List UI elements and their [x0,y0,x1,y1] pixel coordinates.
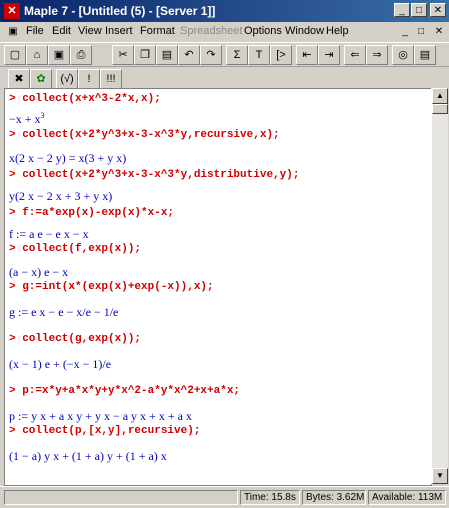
status-bytes: Bytes: 3.62M [302,490,366,505]
menu-window[interactable]: Window [285,25,324,37]
leaf-icon[interactable]: ✿ [30,69,52,89]
menu-bar: ▣ File Edit View Insert Format Spreadshe… [0,22,449,42]
redo-icon[interactable]: ↷ [200,45,222,65]
document-icon[interactable]: ▣ [6,25,20,38]
paste-icon[interactable]: ▤ [156,45,178,65]
input-line[interactable]: > collect(x+x^3-2*x,x); [9,93,161,105]
output-line: (a − x) e − x [9,265,69,279]
output-line: −x + x3 [9,111,45,126]
close-button[interactable]: ✕ [430,3,446,17]
input-line[interactable]: > collect(g,exp(x)); [9,333,141,345]
status-time: Time: 15.8s [240,490,300,505]
window-title: Maple 7 - [Untitled (5) - [Server 1]] [24,4,216,18]
main-toolbar: ▢ ⌂ ▣ ⎙ ✂ ❐ ▤ ↶ ↷ Σ T [> ⇤ ⇥ ⇐ ⇒ ◎ ▤ [0,42,449,67]
status-available: Available: 113M [368,490,446,505]
print-icon[interactable]: ⎙ [70,45,92,65]
status-bar: Time: 15.8s Bytes: 3.62M Available: 113M [0,486,449,508]
stop-icon[interactable]: ◎ [392,45,414,65]
forward-icon[interactable]: ⇒ [366,45,388,65]
worksheet[interactable]: > collect(x+x^3-2*x,x); −x + x3 > collec… [4,88,432,486]
menu-help[interactable]: Help [326,25,349,37]
input-line[interactable]: > collect(x+2*y^3+x-3-x^3*y,recursive,x)… [9,129,280,141]
menu-format[interactable]: Format [140,25,175,37]
status-message [4,490,238,505]
menu-spreadsheet: Spreadsheet [180,25,243,37]
exclaim-button[interactable]: ! [78,69,100,89]
menu-file[interactable]: File [26,25,44,37]
output-line: (1 − a) y x + (1 + a) y + (1 + a) x [9,449,167,463]
scroll-down-icon[interactable]: ▼ [432,468,448,484]
menu-insert[interactable]: Insert [105,25,133,37]
back-icon[interactable]: ⇐ [344,45,366,65]
menu-options[interactable]: Options [244,25,282,37]
output-line: x(2 x − 2 y) = x(3 + y x) [9,151,127,165]
scroll-up-icon[interactable]: ▲ [432,88,448,104]
prompt-button[interactable]: [> [270,45,292,65]
output-line: p := y x + a x y + y x − a y x + x + a x [9,409,192,423]
text-button[interactable]: T [248,45,270,65]
input-line[interactable]: > collect(x+2*y^3+x-3-x^3*y,distributive… [9,169,299,181]
new-icon[interactable]: ▢ [4,45,26,65]
menu-view[interactable]: View [78,25,102,37]
doc-minimize-button[interactable]: _ [398,25,412,38]
save-icon[interactable]: ▣ [48,45,70,65]
title-bar: ✕ Maple 7 - [Untitled (5) - [Server 1]] … [0,0,449,22]
doc-close-button[interactable]: ✕ [432,25,446,38]
output-line: (x − 1) e + (−x − 1)/e [9,357,112,371]
maximize-button[interactable]: □ [411,3,427,17]
doc-restore-button[interactable]: □ [414,25,428,38]
menu-edit[interactable]: Edit [52,25,71,37]
x-icon[interactable]: ✖ [8,69,30,89]
context-toolbar: ✖ ✿ (√) ! !!! [0,66,449,89]
output-line: y(2 x − 2 x + 3 + y x) [9,189,113,203]
scroll-thumb[interactable] [432,104,448,114]
open-icon[interactable]: ⌂ [26,45,48,65]
indent-left-icon[interactable]: ⇤ [296,45,318,65]
maple-leaf-icon: ✕ [4,3,20,19]
output-line: g := e x − e − x/e − 1/e [9,305,119,319]
output-line: f := a e − e x − x [9,227,89,241]
sigma-button[interactable]: Σ [226,45,248,65]
indent-right-icon[interactable]: ⇥ [318,45,340,65]
undo-icon[interactable]: ↶ [178,45,200,65]
input-line[interactable]: > p:=x*y+a*x*y+y*x^2-a*y*x^2+x+a*x; [9,385,240,397]
minimize-button[interactable]: _ [394,3,410,17]
restart-icon[interactable]: ▤ [414,45,436,65]
input-line[interactable]: > collect(p,[x,y],recursive); [9,425,200,437]
exclaim-all-button[interactable]: !!! [100,69,122,89]
input-line[interactable]: > g:=int(x*(exp(x)+exp(-x)),x); [9,281,214,293]
sqrt-button[interactable]: (√) [56,69,78,89]
input-line[interactable]: > f:=a*exp(x)-exp(x)*x-x; [9,207,174,219]
input-line[interactable]: > collect(f,exp(x)); [9,243,141,255]
copy-icon[interactable]: ❐ [134,45,156,65]
cut-icon[interactable]: ✂ [112,45,134,65]
vertical-scrollbar[interactable]: ▲ ▼ [431,88,448,484]
